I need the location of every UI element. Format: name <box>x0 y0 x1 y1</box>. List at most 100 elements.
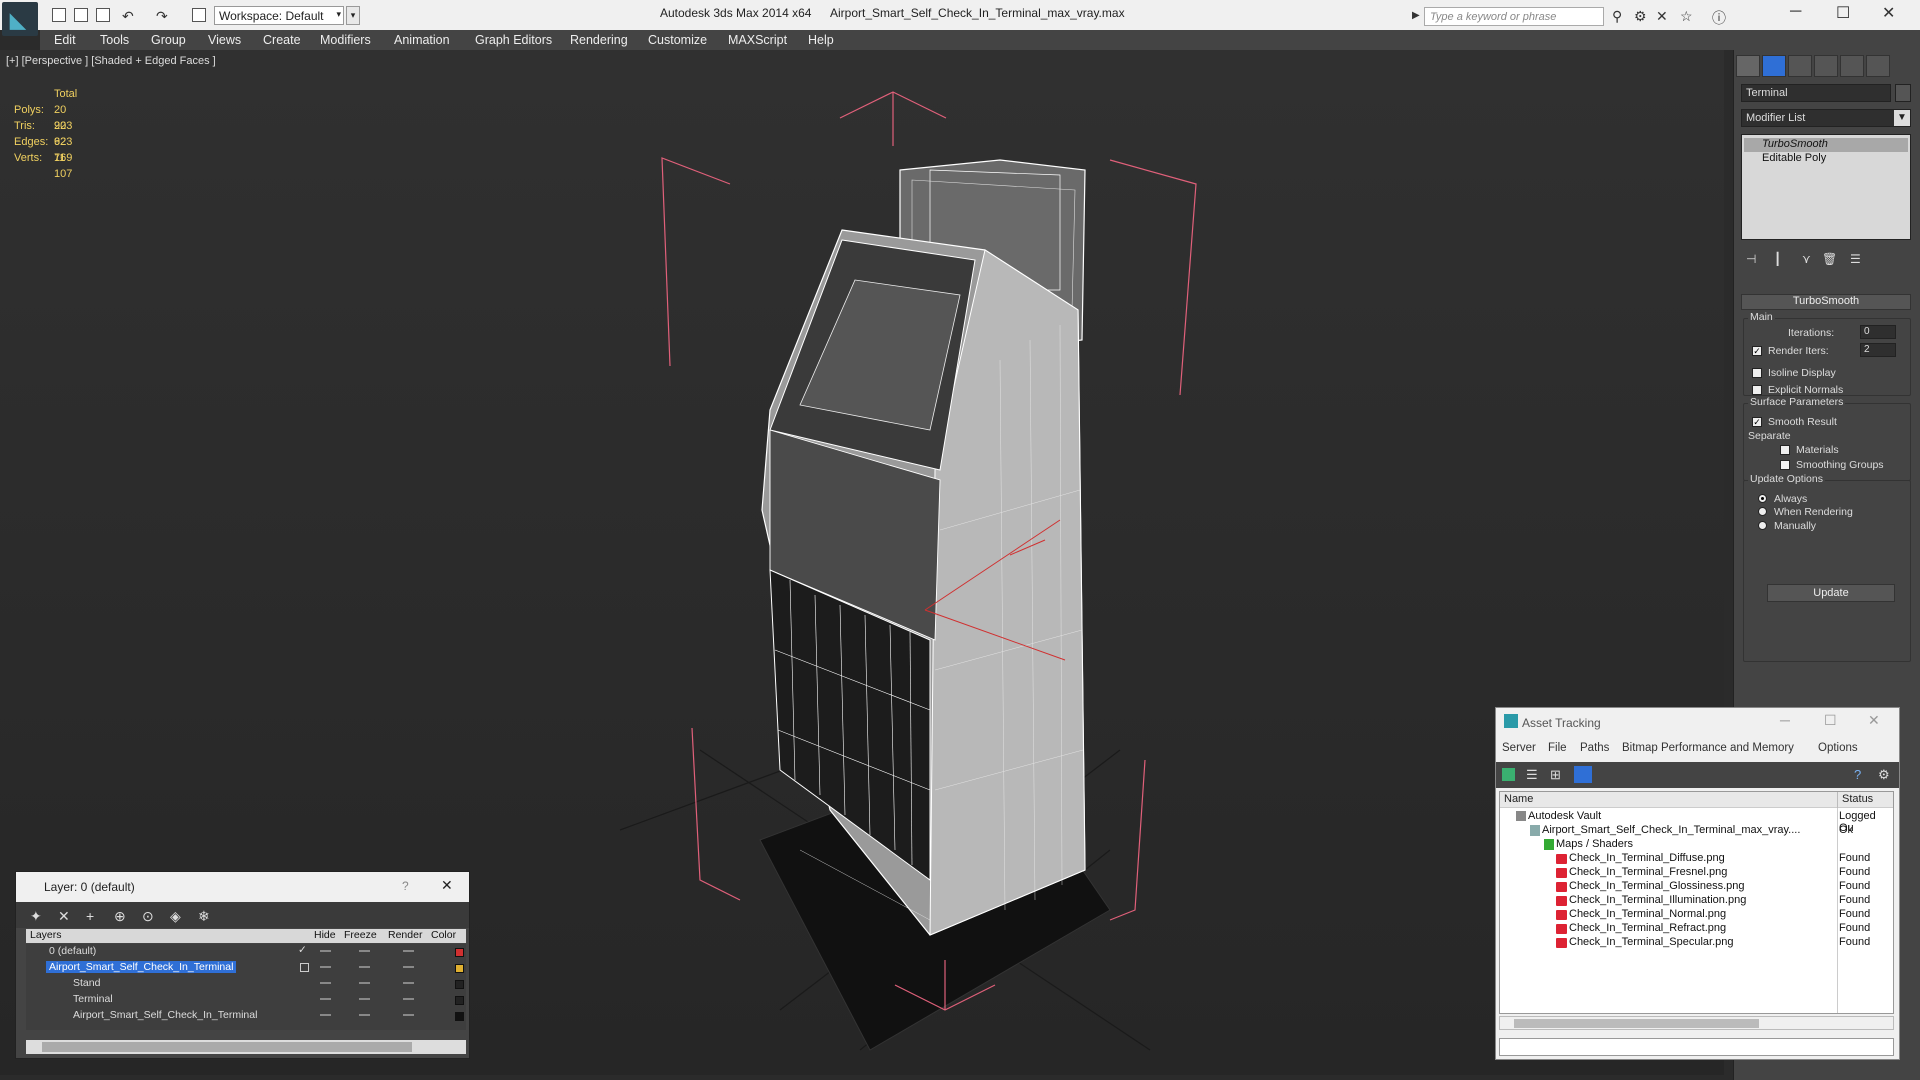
col-render[interactable]: Render <box>388 929 422 941</box>
create-layer-icon[interactable]: ✦ <box>30 908 42 925</box>
horizontal-scrollbar[interactable] <box>26 1040 466 1054</box>
delete-layer-icon[interactable]: ✕ <box>58 908 70 925</box>
layer-color-swatch[interactable] <box>455 964 464 973</box>
layer-color-swatch[interactable] <box>455 1012 464 1021</box>
create-tab-icon[interactable] <box>1736 55 1760 77</box>
help-button[interactable]: ? <box>402 879 409 893</box>
hide-all-layers-icon[interactable]: ◈ <box>170 908 181 925</box>
refresh-icon[interactable] <box>1502 768 1515 781</box>
materials-checkbox[interactable] <box>1780 445 1790 455</box>
asset-menu-paths[interactable]: Paths <box>1580 742 1609 754</box>
workspace-dropdown[interactable]: Workspace: Default ▾ <box>214 6 344 25</box>
subscription-icon[interactable]: ⚙ <box>1634 8 1647 25</box>
configure-modifier-sets-icon[interactable]: ☰ <box>1850 252 1861 266</box>
asset-row[interactable]: Check_In_Terminal_Glossiness.png Found <box>1500 880 1893 894</box>
asset-menu-file[interactable]: File <box>1548 742 1567 754</box>
layer-row[interactable]: Stand <box>26 976 466 992</box>
stack-item-turbosmooth[interactable]: TurboSmooth <box>1744 138 1908 152</box>
iterations-spinner[interactable]: 0 <box>1860 325 1896 339</box>
close-button[interactable]: ✕ <box>1868 712 1880 729</box>
display-tab-icon[interactable] <box>1840 55 1864 77</box>
help-icon[interactable]: ? <box>1854 767 1861 782</box>
smooth-result-checkbox[interactable]: ✓ <box>1752 417 1762 427</box>
menu-rendering[interactable]: Rendering <box>570 33 628 47</box>
utilities-tab-icon[interactable] <box>1866 55 1890 77</box>
asset-menu-server[interactable]: Server <box>1502 742 1536 754</box>
motion-tab-icon[interactable] <box>1814 55 1838 77</box>
layer-row[interactable]: Airport_Smart_Self_Check_In_Terminal <box>26 960 466 976</box>
close-icon[interactable]: ✕ <box>441 877 453 894</box>
asset-menu-options[interactable]: Options <box>1818 742 1858 754</box>
select-objects-icon[interactable]: ⊕ <box>114 908 126 925</box>
layer-row[interactable]: 0 (default) ✓ <box>26 944 466 960</box>
object-name-field[interactable]: Terminal <box>1741 84 1891 102</box>
freeze-all-layers-icon[interactable]: ❄ <box>198 908 210 925</box>
horizontal-scrollbar[interactable] <box>1499 1016 1894 1030</box>
expand-search-icon[interactable]: ▶ <box>1412 10 1420 21</box>
search-input[interactable]: Type a keyword or phrase <box>1424 7 1604 26</box>
settings-icon[interactable]: ⚙ <box>1878 767 1890 783</box>
active-layer-check-icon[interactable]: ✓ <box>298 944 307 956</box>
layer-row[interactable]: Terminal <box>26 992 466 1008</box>
isoline-display-checkbox[interactable] <box>1752 368 1762 378</box>
add-to-layer-icon[interactable]: + <box>86 908 94 924</box>
asset-row[interactable]: Check_In_Terminal_Refract.png Found <box>1500 922 1893 936</box>
modifier-list-dropdown[interactable]: Modifier List ▼ <box>1741 109 1911 127</box>
when-rendering-radio[interactable] <box>1758 507 1767 516</box>
quick-access-dropdown[interactable]: ▾ <box>346 6 360 25</box>
set-current-checkbox[interactable] <box>300 963 309 972</box>
maximize-button[interactable]: ☐ <box>1824 712 1837 729</box>
layer-color-swatch[interactable] <box>455 996 464 1005</box>
layer-color-swatch[interactable] <box>455 948 464 957</box>
asset-row[interactable]: Maps / Shaders <box>1500 838 1893 852</box>
layer-row[interactable]: Airport_Smart_Self_Check_In_Terminal <box>26 1008 466 1024</box>
explicit-normals-checkbox[interactable] <box>1752 385 1762 395</box>
always-radio[interactable] <box>1758 494 1767 503</box>
table-view-icon[interactable] <box>1574 766 1592 783</box>
modify-tab-icon[interactable] <box>1762 55 1786 77</box>
favorites-star-icon[interactable]: ☆ <box>1680 8 1693 25</box>
minimize-button[interactable]: ─ <box>1790 3 1801 21</box>
col-freeze[interactable]: Freeze <box>344 929 377 941</box>
asset-row[interactable]: Airport_Smart_Self_Check_In_Terminal_max… <box>1500 824 1893 838</box>
col-status[interactable]: Status <box>1842 793 1873 805</box>
smoothing-groups-checkbox[interactable] <box>1780 460 1790 470</box>
maximize-button[interactable]: ☐ <box>1836 3 1850 23</box>
menu-animation[interactable]: Animation <box>394 33 450 47</box>
stack-item-editable-poly[interactable]: Editable Poly <box>1744 152 1908 166</box>
asset-row[interactable]: Check_In_Terminal_Illumination.png Found <box>1500 894 1893 908</box>
asset-row[interactable]: Check_In_Terminal_Diffuse.png Found <box>1500 852 1893 866</box>
render-iters-checkbox[interactable]: ✓ <box>1752 346 1762 356</box>
highlight-layer-icon[interactable]: ⊙ <box>142 908 154 925</box>
menu-views[interactable]: Views <box>208 33 241 47</box>
menu-group[interactable]: Group <box>151 33 186 47</box>
remove-modifier-icon[interactable]: 🗑 <box>1822 252 1837 266</box>
communication-icon[interactable]: ✕ <box>1656 8 1668 25</box>
col-hide[interactable]: Hide <box>314 929 336 941</box>
update-button[interactable]: Update <box>1767 584 1895 602</box>
asset-menu-bitmap[interactable]: Bitmap Performance and Memory <box>1622 742 1794 754</box>
save-file-icon[interactable] <box>96 8 110 22</box>
show-end-result-icon[interactable]: ┃ <box>1774 252 1781 266</box>
pin-stack-icon[interactable]: ⊣ <box>1746 252 1756 266</box>
tree-view-icon[interactable]: ⊞ <box>1550 767 1561 783</box>
turbosmooth-rollout-header[interactable]: TurboSmooth <box>1741 294 1911 310</box>
menu-edit[interactable]: Edit <box>54 33 76 47</box>
menu-help[interactable]: Help <box>808 33 834 47</box>
help-icon[interactable]: ⓘ <box>1712 8 1726 28</box>
asset-row[interactable]: Check_In_Terminal_Fresnel.png Found <box>1500 866 1893 880</box>
undo-icon[interactable]: ↶ <box>122 8 134 25</box>
col-color[interactable]: Color <box>431 929 456 941</box>
asset-row[interactable]: Autodesk Vault Logged Ou <box>1500 810 1893 834</box>
redo-icon[interactable]: ↷ <box>156 8 168 25</box>
close-button[interactable]: ✕ <box>1882 3 1895 23</box>
menu-maxscript[interactable]: MAXScript <box>728 33 787 47</box>
layer-color-swatch[interactable] <box>455 980 464 989</box>
asset-row[interactable]: Check_In_Terminal_Specular.png Found <box>1500 936 1893 950</box>
object-color-swatch[interactable] <box>1895 84 1911 102</box>
list-view-icon[interactable]: ☰ <box>1526 767 1538 783</box>
hierarchy-tab-icon[interactable] <box>1788 55 1812 77</box>
menu-modifiers[interactable]: Modifiers <box>320 33 371 47</box>
app-logo[interactable]: ◣ <box>2 2 38 36</box>
col-name[interactable]: Name <box>1504 793 1533 805</box>
